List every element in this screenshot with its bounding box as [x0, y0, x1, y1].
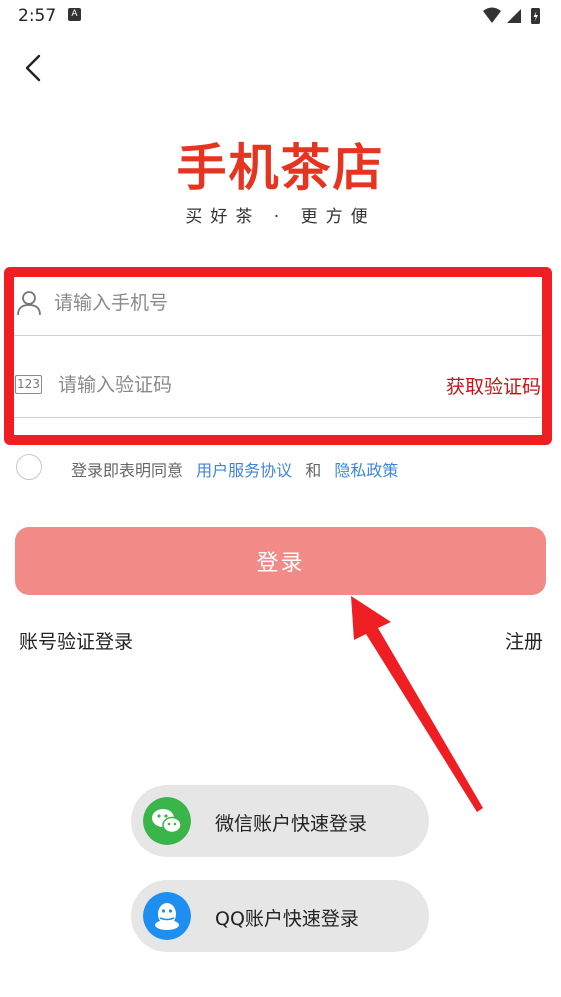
app-logo: 手机茶店 买好茶 · 更方便: [0, 140, 561, 227]
qq-icon: [143, 892, 191, 940]
status-time: 2:57: [18, 6, 57, 26]
status-bar: 2:57 A: [0, 0, 561, 34]
wifi-icon: [483, 7, 501, 23]
privacy-link[interactable]: 隐私政策: [334, 461, 398, 480]
wechat-icon: [143, 797, 191, 845]
notification-icon: A: [68, 8, 81, 21]
login-button[interactable]: 登录: [15, 527, 546, 595]
highlight-box: [4, 267, 552, 445]
signal-icon: [507, 9, 521, 23]
agreement-row: 登录即表明同意 用户服务协议 和 隐私政策: [14, 454, 534, 482]
agreement-conjunction: 和: [305, 461, 322, 480]
status-icons: [483, 7, 540, 24]
wechat-login-button[interactable]: 微信账户快速登录: [131, 785, 429, 857]
terms-link[interactable]: 用户服务协议: [196, 461, 292, 480]
chevron-left-icon: [25, 54, 41, 82]
register-link[interactable]: 注册: [505, 627, 543, 654]
back-button[interactable]: [20, 52, 48, 84]
qq-login-label: QQ账户快速登录: [215, 908, 359, 930]
qq-login-button[interactable]: QQ账户快速登录: [131, 880, 429, 952]
agreement-checkbox[interactable]: [16, 454, 42, 480]
agreement-text: 登录即表明同意 用户服务协议 和 隐私政策: [71, 457, 398, 481]
logo-title: 手机茶店: [176, 139, 385, 197]
agreement-prefix: 登录即表明同意: [71, 461, 184, 480]
logo-slogan: 买好茶 · 更方便: [185, 207, 376, 227]
wechat-login-label: 微信账户快速登录: [215, 813, 368, 835]
account-login-link[interactable]: 账号验证登录: [19, 627, 133, 654]
